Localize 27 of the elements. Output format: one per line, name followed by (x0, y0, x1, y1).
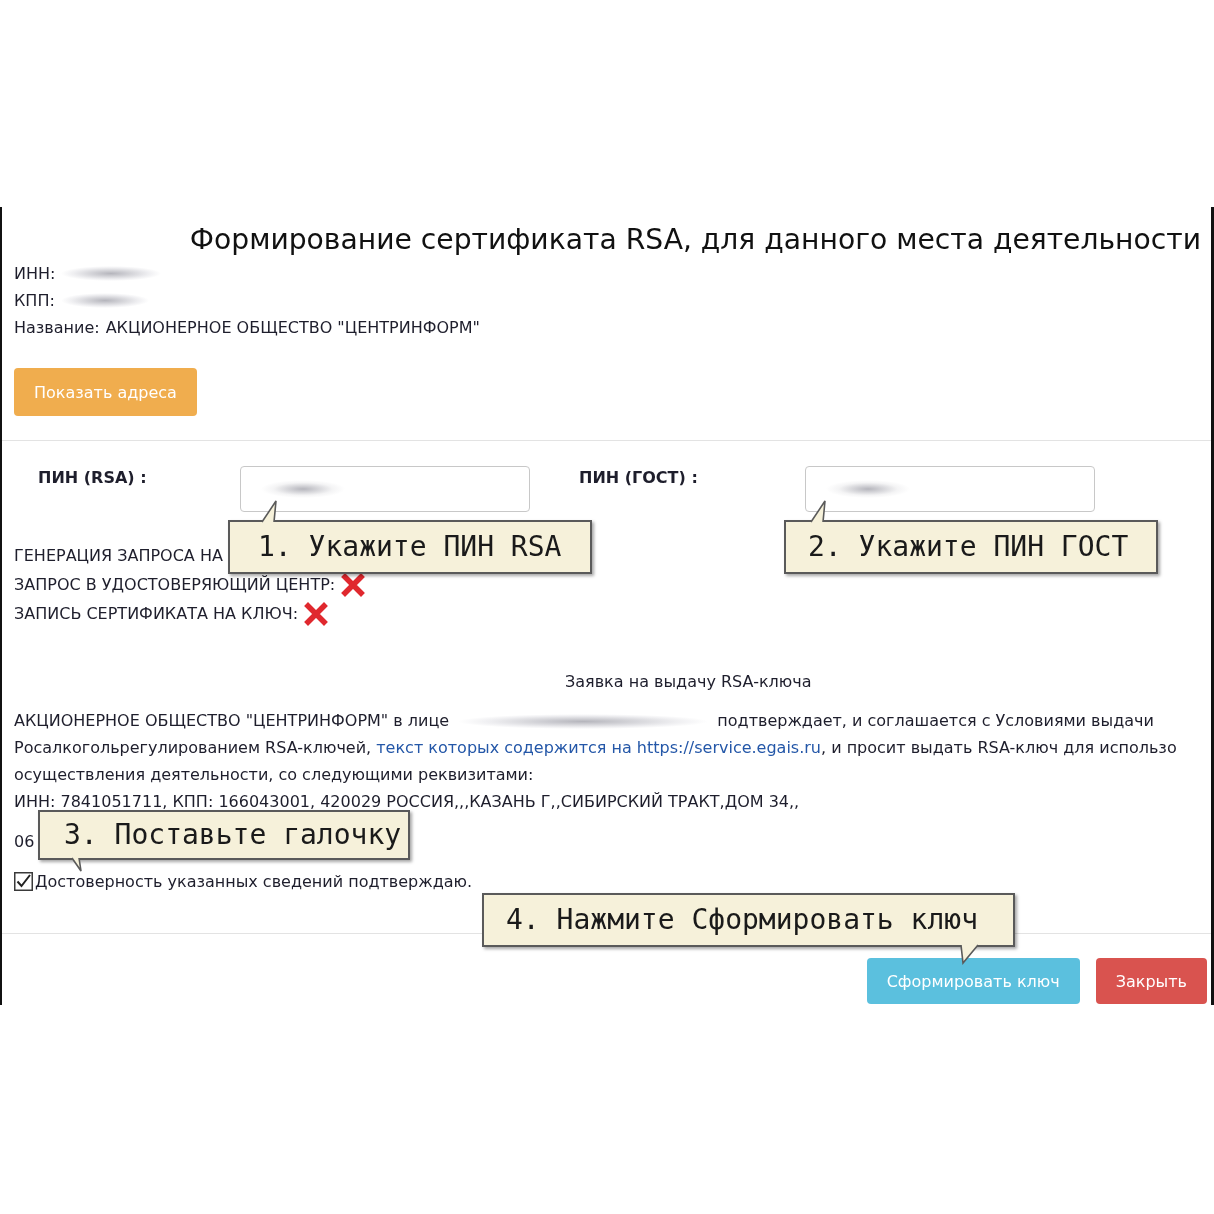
pin-label: ПИН (RSA) : (38, 468, 147, 488)
callout: 4. Нажмите Сформировать ключ (482, 893, 1015, 947)
callout-pointer-icon (71, 858, 82, 872)
callout: 3. Поставьте галочку (38, 810, 410, 860)
callout: 2. Укажите ПИН ГОСТ (784, 520, 1158, 574)
confirm-label: Достоверность указанных сведений подтверждаю. (35, 872, 473, 891)
terms-link[interactable]: текст которых содержится на https://service.egais.ru (376, 738, 821, 757)
callout: 1. Укажите ПИН RSA (228, 520, 592, 574)
step-label: ЗАПРОС В УДОСТОВЕРЯЮЩИЙ ЦЕНТР: (14, 575, 336, 594)
partial-text: 06 (14, 831, 35, 853)
checkbox[interactable] (14, 872, 33, 891)
field-value: АКЦИОНЕРНОЕ ОБЩЕСТВО "ЦЕНТРИНФОРМ" (105, 318, 480, 337)
pin-input-field[interactable] (805, 466, 1095, 512)
field-label: ИНН: (14, 264, 56, 283)
field-label: КПП: (14, 291, 55, 310)
request-heading: Заявка на выдачу RSA-ключа (565, 671, 812, 693)
callout-pointer-icon (960, 945, 979, 964)
step-label: ГЕНЕРАЦИЯ ЗАПРОСА НА (14, 546, 223, 565)
step-label: ЗАПИСЬ СЕРТИФИКАТА НА КЛЮЧ: (14, 604, 299, 623)
field-label: Название: (14, 318, 100, 337)
agreement-text: АКЦИОНЕРНОЕ ОБЩЕСТВО "ЦЕНТРИНФОРМ" в лице подтверждает, и соглашается с Условиями выдачи Росалкогольрегулированием RSA-ключей, текст которых содержится на https://service.egais.ru, и просит выдать RSA-ключ для использо осуществления деятельности, со следующими реквизитами: (14, 710, 1177, 786)
requisites-text: ИНН: 7841051711, КПП: 166043001, 420029 РОССИЯ,,,КАЗАНЬ Г,,СИБИРСКИЙ ТРАКТ,ДОМ 34,, (14, 791, 800, 813)
generate-key-button[interactable]: Сформировать ключ (866, 958, 1080, 1004)
pin-label: ПИН (ГОСТ) : (579, 468, 698, 488)
close-button[interactable]: Закрыть (1095, 958, 1207, 1004)
dialog-title: Формирование сертификата RSA, для данного места деятельности (189, 222, 1201, 258)
pin-input-field[interactable] (240, 466, 530, 512)
